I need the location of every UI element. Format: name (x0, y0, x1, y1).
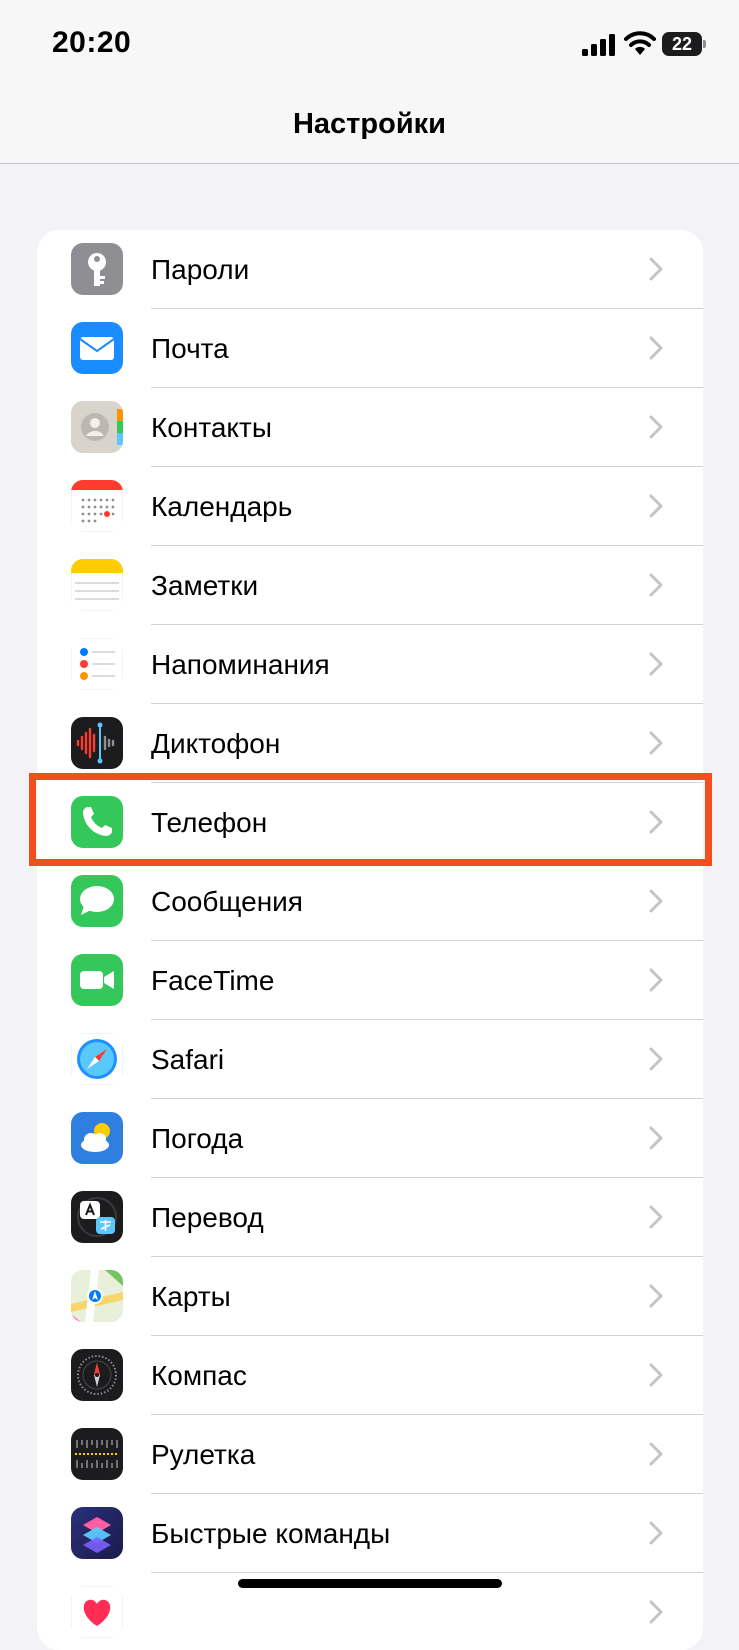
settings-item-label: Перевод (151, 1202, 264, 1233)
chevron-right-icon (649, 810, 663, 834)
settings-item-safari[interactable]: Safari (37, 1020, 703, 1099)
chevron-right-icon (649, 1600, 663, 1624)
notes-icon (71, 559, 123, 611)
settings-item-mail[interactable]: Почта (37, 309, 703, 388)
settings-item-messages[interactable]: Сообщения (37, 862, 703, 941)
phone-icon (71, 796, 123, 848)
messages-icon (71, 875, 123, 927)
settings-item-contacts[interactable]: Контакты (37, 388, 703, 467)
settings-item-label: Компас (151, 1360, 247, 1391)
settings-item-label: Почта (151, 333, 229, 364)
settings-item-label: Телефон (151, 807, 268, 838)
home-indicator[interactable] (238, 1579, 502, 1588)
settings-item-maps[interactable]: Карты (37, 1257, 703, 1336)
chevron-right-icon (649, 1205, 663, 1229)
settings-item-notes[interactable]: Заметки (37, 546, 703, 625)
compass-icon (71, 1349, 123, 1401)
weather-icon (71, 1112, 123, 1164)
settings-item-label: Погода (151, 1123, 244, 1154)
settings-item-compass[interactable]: Компас (37, 1336, 703, 1415)
wifi-icon (624, 31, 656, 55)
chevron-right-icon (649, 731, 663, 755)
settings-item-voice-memos[interactable]: Диктофон (37, 704, 703, 783)
battery-indicator: 22 (662, 32, 706, 56)
settings-item-measure[interactable]: Рулетка (37, 1415, 703, 1494)
chevron-right-icon (649, 1047, 663, 1071)
translate-icon (71, 1191, 123, 1243)
settings-item-label: Контакты (151, 412, 272, 443)
measure-icon (71, 1428, 123, 1480)
settings-item-label: Быстрые команды (151, 1518, 391, 1549)
chevron-right-icon (649, 1284, 663, 1308)
reminders-icon (71, 638, 123, 690)
settings-item-passwords[interactable]: Пароли (37, 230, 703, 309)
settings-item-label: Safari (151, 1044, 225, 1075)
safari-icon (71, 1033, 123, 1085)
contacts-icon (71, 401, 123, 453)
chevron-right-icon (649, 968, 663, 992)
chevron-right-icon (649, 494, 663, 518)
chevron-right-icon (649, 1126, 663, 1150)
settings-list: Пароли Почта Контакты Календарь Заметки … (37, 230, 703, 1650)
navigation-bar: Настройки (0, 90, 739, 164)
chevron-right-icon (649, 573, 663, 597)
settings-item-label: Напоминания (151, 649, 330, 680)
settings-item-facetime[interactable]: FaceTime (37, 941, 703, 1020)
chevron-right-icon (649, 1363, 663, 1387)
settings-item-calendar[interactable]: Календарь (37, 467, 703, 546)
chevron-right-icon (649, 889, 663, 913)
chevron-right-icon (649, 1442, 663, 1466)
settings-item-label: Календарь (151, 491, 293, 522)
voice-memo-icon (71, 717, 123, 769)
chevron-right-icon (649, 415, 663, 439)
settings-item-translate[interactable]: Перевод (37, 1178, 703, 1257)
settings-item-label: Карты (151, 1281, 231, 1312)
settings-item-label: Заметки (151, 570, 259, 601)
settings-item-phone[interactable]: Телефон (37, 783, 703, 862)
maps-icon (71, 1270, 123, 1322)
settings-item-label: Сообщения (151, 886, 303, 917)
settings-item-label: Пароли (151, 254, 250, 285)
chevron-right-icon (649, 652, 663, 676)
key-icon (71, 243, 123, 295)
settings-item-label: Рулетка (151, 1439, 256, 1470)
mail-icon (71, 322, 123, 374)
calendar-icon (71, 480, 123, 532)
chevron-right-icon (649, 1521, 663, 1545)
settings-item-weather[interactable]: Погода (37, 1099, 703, 1178)
facetime-icon (71, 954, 123, 1006)
shortcuts-icon (71, 1507, 123, 1559)
health-icon (71, 1586, 123, 1638)
settings-item-label: Диктофон (151, 728, 281, 759)
chevron-right-icon (649, 257, 663, 281)
status-time: 20:20 (52, 26, 132, 59)
settings-item-reminders[interactable]: Напоминания (37, 625, 703, 704)
battery-level: 22 (671, 34, 693, 54)
page-title: Настройки (292, 108, 446, 140)
settings-item-shortcuts[interactable]: Быстрые команды (37, 1494, 703, 1573)
settings-item-label: FaceTime (151, 965, 275, 996)
chevron-right-icon (649, 336, 663, 360)
cellular-signal-icon (582, 34, 615, 56)
status-bar: 20:20 22 (0, 0, 739, 90)
